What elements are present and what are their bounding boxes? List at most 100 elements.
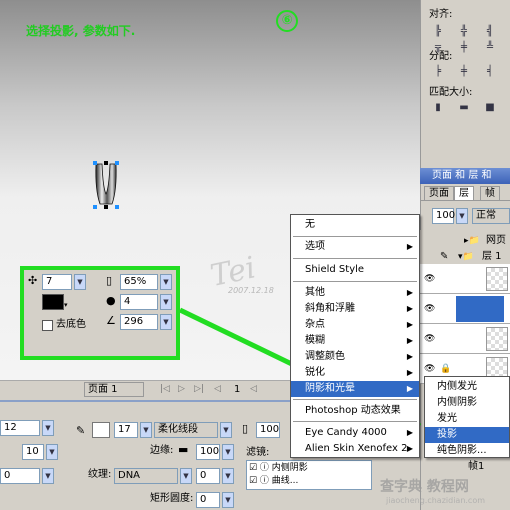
menu-item-blur[interactable]: 模糊 ▶ (291, 333, 419, 349)
layer-object-row-selected[interactable]: 👁 (420, 294, 510, 324)
rect-roundness-dropdown[interactable]: ▼ (222, 492, 234, 508)
submenu-item-inner-shadow[interactable]: 内侧阴影 (425, 395, 509, 411)
align-middle-icon[interactable]: ╪ (457, 42, 471, 54)
match-both-icon[interactable]: ■ (483, 102, 497, 114)
menu-item-adjust-color[interactable]: 调整颜色 ▶ (291, 349, 419, 365)
tutorial-caption: 选择投影, 参数如下. (26, 24, 136, 38)
filter-item[interactable]: ☑ ⓘ 曲线... (249, 475, 298, 487)
layer-object-row[interactable]: 👁 (420, 264, 510, 294)
texture-amount-dropdown[interactable]: ▼ (222, 468, 234, 484)
opacity-field[interactable]: 65% (120, 274, 158, 290)
menu-item-bevel-emboss[interactable]: 斜角和浮雕 ▶ (291, 301, 419, 317)
menu-item-shield-style[interactable]: Shield Style (291, 262, 419, 278)
submenu-item-solid-shadow[interactable]: 纯色阴影... (425, 443, 509, 459)
menu-item-options[interactable]: 选项 ▶ (291, 239, 419, 255)
selected-metal-shape[interactable] (92, 160, 120, 210)
menu-item-other[interactable]: 其他 ▶ (291, 285, 419, 301)
filters-context-menu: 无 选项 ▶ Shield Style 其他 ▶ 斜角和浮雕 ▶ 杂点 ▶ 模糊 ▶ 调整… (290, 214, 420, 458)
texture-dropdown[interactable]: ▼ (180, 468, 192, 484)
opacity-dropdown-button[interactable]: ▼ (160, 274, 172, 290)
layers-panel-header[interactable]: 页面 和 层 和 (420, 168, 510, 184)
filter-item-label: 曲线... (271, 476, 299, 486)
align-label: 对齐: (429, 9, 453, 20)
site-watermark: 查字典 教程网 (380, 479, 469, 495)
knockout-checkbox[interactable] (42, 320, 53, 331)
angle-field[interactable]: 296 (120, 314, 158, 330)
menu-item-none[interactable]: 无 (291, 217, 419, 233)
submenu-arrow-icon: ▶ (406, 352, 413, 361)
stroke-size-dropdown[interactable]: ▼ (140, 422, 152, 438)
softness-field[interactable]: 4 (120, 294, 158, 310)
align-center-icon[interactable]: ╬ (457, 26, 471, 38)
menu-item-label: 其他 (305, 287, 325, 298)
edge-value-field[interactable]: 100 (196, 444, 220, 460)
eye-icon[interactable]: 👁 (424, 272, 435, 286)
tab-layers[interactable]: 层 (454, 186, 474, 200)
first-page-icon[interactable]: |◁ (160, 382, 170, 396)
left-value-field-3[interactable]: 0 (0, 468, 40, 484)
stroke-color-swatch[interactable] (92, 422, 110, 438)
color-dropdown-icon[interactable]: ▾ (64, 298, 68, 312)
submenu-item-drop-shadow[interactable]: 投影 (425, 427, 509, 443)
eye-icon[interactable]: 👁 (424, 302, 435, 316)
layer-thumbnail (486, 327, 508, 351)
menu-separator (293, 421, 417, 422)
filters-list[interactable]: ☑ ⓘ 内侧阴影 ☑ ⓘ 曲线... (246, 460, 372, 490)
menu-item-noise[interactable]: 杂点 ▶ (291, 317, 419, 333)
last-page-icon[interactable]: ▷| (194, 382, 204, 396)
menu-item-sharpen[interactable]: 锐化 ▶ (291, 365, 419, 381)
opacity-box-icon: ▯ (242, 422, 249, 435)
distribute-left-icon[interactable]: ╞ (431, 66, 445, 78)
shadow-color-swatch[interactable] (42, 294, 64, 310)
layer-thumbnail (486, 267, 508, 291)
layer-opacity-dropdown[interactable]: ▼ (456, 208, 468, 224)
stop-icon[interactable]: ◁ (214, 382, 221, 396)
menu-item-photoshop-live-effects[interactable]: Photoshop 动态效果 (291, 403, 419, 419)
play-icon[interactable]: ▷ (178, 382, 185, 396)
eye-icon[interactable]: 👁 (424, 332, 435, 346)
tab-frames[interactable]: 帧 (480, 186, 500, 200)
align-left-icon[interactable]: ╠ (431, 26, 445, 38)
lock-icon[interactable]: 🔒 (440, 362, 451, 376)
left-dropdown-1[interactable]: ▼ (42, 420, 54, 436)
blend-mode-select[interactable]: 正常 (472, 208, 510, 224)
tab-pages[interactable]: 页面 (424, 186, 454, 200)
stroke-size-field[interactable]: 17 (114, 422, 138, 438)
softness-dropdown-button[interactable]: ▼ (160, 294, 172, 310)
submenu-item-inner-glow[interactable]: 内侧发光 (425, 379, 509, 395)
edge-dropdown[interactable]: ▼ (222, 444, 234, 460)
left-value-field-1[interactable]: 12 (0, 420, 40, 436)
texture-select[interactable]: DNA (114, 468, 178, 484)
layer-opacity-field[interactable]: 100 (432, 208, 455, 224)
layer-object-row[interactable]: 👁 (420, 324, 510, 354)
menu-item-shadow-glow[interactable]: 阴影和光晕 ▶ (291, 381, 419, 397)
edge-label: 边缘: (150, 445, 174, 456)
left-dropdown-2[interactable]: ▼ (46, 444, 58, 460)
align-bottom-icon[interactable]: ╩ (483, 42, 497, 54)
menu-item-alien-skin[interactable]: Alien Skin Xenofex 2 ▶ (291, 441, 419, 457)
distribute-center-icon[interactable]: ╪ (457, 66, 471, 78)
stroke-style-select[interactable]: 柔化线段 (154, 422, 218, 438)
left-value-field-2[interactable]: 10 (22, 444, 44, 460)
left-dropdown-3[interactable]: ▼ (42, 468, 54, 484)
distribute-right-icon[interactable]: ╡ (483, 66, 497, 78)
menu-separator (293, 236, 417, 237)
distance-dropdown-button[interactable]: ▼ (74, 274, 86, 290)
menu-item-label: 阴影和光晕 (305, 383, 355, 394)
loop-icon[interactable]: ◁ (250, 382, 257, 396)
filter-item[interactable]: ☑ ⓘ 内侧阴影 (249, 462, 308, 474)
angle-dropdown-button[interactable]: ▼ (160, 314, 172, 330)
align-right-icon[interactable]: ╣ (483, 26, 497, 38)
submenu-arrow-icon: ▶ (406, 288, 413, 297)
texture-amount-field[interactable]: 0 (196, 468, 220, 484)
match-height-icon[interactable]: ▬ (457, 102, 471, 114)
distance-field[interactable]: 7 (42, 274, 72, 290)
rect-roundness-field[interactable]: 0 (196, 492, 220, 508)
menu-item-eye-candy[interactable]: Eye Candy 4000 ▶ (291, 425, 419, 441)
match-width-icon[interactable]: ▮ (431, 102, 445, 114)
stroke-style-dropdown[interactable]: ▼ (220, 422, 232, 438)
eye-icon[interactable]: 👁 (424, 362, 435, 376)
page-select[interactable]: 页面 1 (84, 382, 144, 397)
submenu-item-glow[interactable]: 发光 (425, 411, 509, 427)
object-opacity-field[interactable]: 100 (256, 422, 280, 438)
